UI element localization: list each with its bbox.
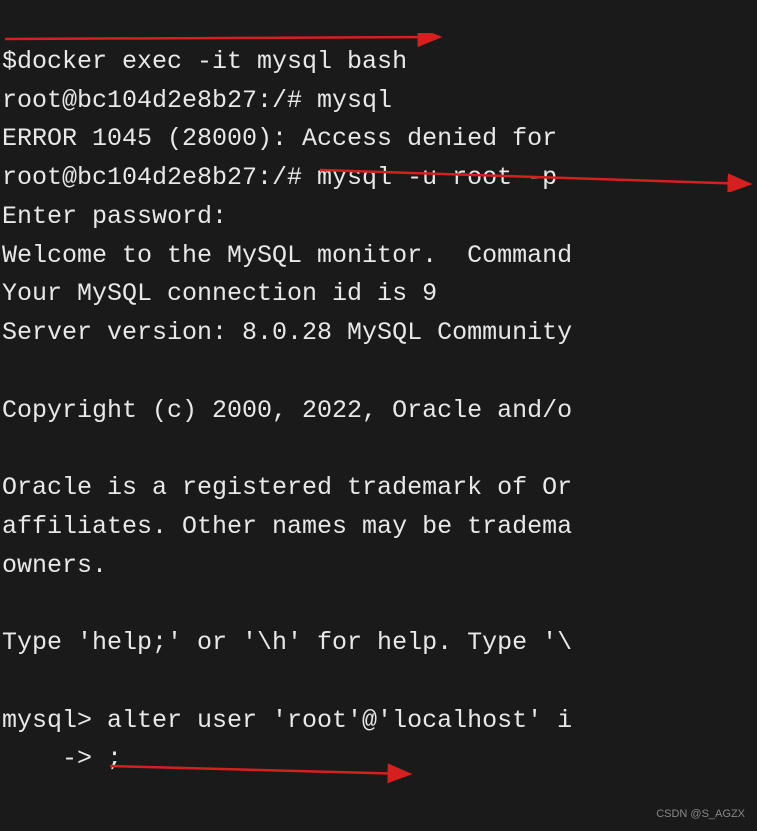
terminal-line-5: Welcome to the MySQL monitor. Command bbox=[2, 241, 572, 270]
terminal-line-2: ERROR 1045 (28000): Access denied for bbox=[2, 124, 572, 153]
watermark-text: CSDN @S_AGZX bbox=[656, 806, 745, 823]
terminal-line-11: Oracle is a registered trademark of Or bbox=[2, 473, 572, 502]
terminal-line-18: -> ; bbox=[2, 744, 122, 773]
terminal-line-1: root@bc104d2e8b27:/# mysql bbox=[2, 86, 392, 115]
terminal-line-0: $docker exec -it mysql bash bbox=[2, 47, 407, 76]
terminal-line-13: owners. bbox=[2, 551, 107, 580]
terminal-line-9: Copyright (c) 2000, 2022, Oracle and/o bbox=[2, 396, 572, 425]
terminal-output: $docker exec -it mysql bash root@bc104d2… bbox=[0, 0, 757, 783]
terminal-line-12: affiliates. Other names may be tradema bbox=[2, 512, 572, 541]
terminal-line-7: Server version: 8.0.28 MySQL Community bbox=[2, 318, 572, 347]
terminal-line-15: Type 'help;' or '\h' for help. Type '\ bbox=[2, 628, 572, 657]
terminal-line-17: mysql> alter user 'root'@'localhost' i bbox=[2, 706, 572, 735]
terminal-line-3: root@bc104d2e8b27:/# mysql -u root -p bbox=[2, 163, 572, 192]
terminal-line-6: Your MySQL connection id is 9 bbox=[2, 279, 437, 308]
terminal-line-4: Enter password: bbox=[2, 202, 242, 231]
